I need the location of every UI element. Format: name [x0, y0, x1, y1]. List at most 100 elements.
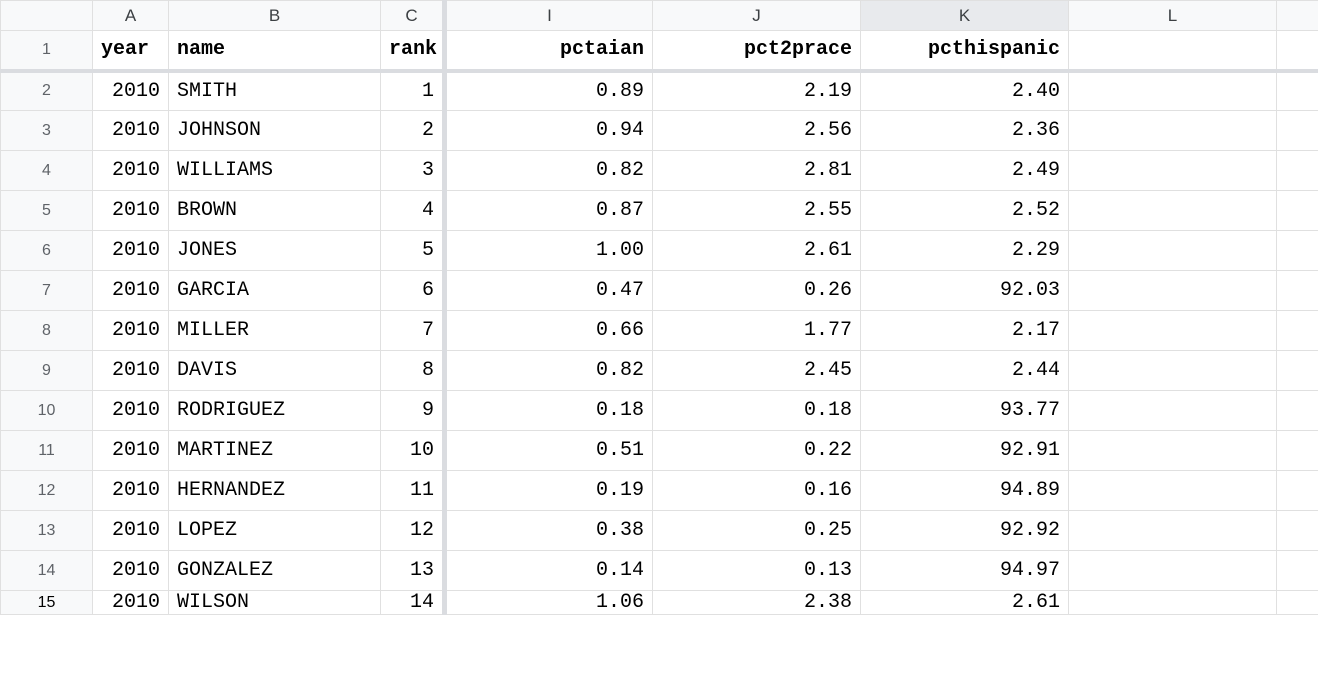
cell-rank[interactable]: 6 [381, 271, 445, 311]
cell-pcthispanic[interactable]: 2.40 [861, 71, 1069, 111]
cell-pctaian[interactable]: 1.00 [445, 231, 653, 271]
cell-pctaian[interactable]: 0.94 [445, 111, 653, 151]
cell-empty[interactable] [1277, 271, 1318, 311]
table-row[interactable]: 52010BROWN40.872.552.52 [1, 191, 1318, 231]
cell-pct2prace[interactable]: 2.61 [653, 231, 861, 271]
col-header-c[interactable]: C [381, 1, 445, 31]
cell-empty[interactable] [1277, 431, 1318, 471]
col-header-l[interactable]: L [1069, 1, 1277, 31]
cell-pcthispanic[interactable]: 93.77 [861, 391, 1069, 431]
cell-year-header[interactable]: year [93, 31, 169, 71]
table-row[interactable]: 22010SMITH10.892.192.40 [1, 71, 1318, 111]
cell-rank[interactable]: 1 [381, 71, 445, 111]
cell-empty[interactable] [1069, 311, 1277, 351]
select-all-corner[interactable] [1, 1, 93, 31]
cell-name[interactable]: HERNANDEZ [169, 471, 381, 511]
table-row[interactable]: 122010HERNANDEZ110.190.1694.89 [1, 471, 1318, 511]
cell-empty[interactable] [1069, 271, 1277, 311]
cell-year[interactable]: 2010 [93, 111, 169, 151]
table-row[interactable]: 152010WILSON141.062.382.61 [1, 591, 1318, 615]
table-row[interactable]: 82010MILLER70.661.772.17 [1, 311, 1318, 351]
table-row[interactable]: 112010MARTINEZ100.510.2292.91 [1, 431, 1318, 471]
cell-pct2prace[interactable]: 0.13 [653, 551, 861, 591]
row-header[interactable]: 10 [1, 391, 93, 431]
cell-year[interactable]: 2010 [93, 231, 169, 271]
row-header[interactable]: 15 [1, 591, 93, 615]
col-header-k[interactable]: K [861, 1, 1069, 31]
cell-rank[interactable]: 10 [381, 431, 445, 471]
cell-year[interactable]: 2010 [93, 351, 169, 391]
cell-pct2prace[interactable]: 2.45 [653, 351, 861, 391]
cell-pcthispanic[interactable]: 94.97 [861, 551, 1069, 591]
frozen-header-row[interactable]: 1 year name rank pctaian pct2prace pcthi… [1, 31, 1318, 71]
cell-pct2prace[interactable]: 2.19 [653, 71, 861, 111]
cell-name-header[interactable]: name [169, 31, 381, 71]
row-header[interactable]: 9 [1, 351, 93, 391]
cell-pcthispanic-header[interactable]: pcthispanic [861, 31, 1069, 71]
cell-pctaian[interactable]: 0.82 [445, 151, 653, 191]
cell-name[interactable]: DAVIS [169, 351, 381, 391]
cell-rank[interactable]: 2 [381, 111, 445, 151]
col-header-i[interactable]: I [445, 1, 653, 31]
table-row[interactable]: 102010RODRIGUEZ90.180.1893.77 [1, 391, 1318, 431]
cell-empty[interactable] [1069, 471, 1277, 511]
row-header[interactable]: 5 [1, 191, 93, 231]
cell-pct2prace[interactable]: 2.55 [653, 191, 861, 231]
table-row[interactable]: 72010GARCIA60.470.2692.03 [1, 271, 1318, 311]
cell-empty[interactable] [1277, 151, 1318, 191]
row-header[interactable]: 13 [1, 511, 93, 551]
column-header-row[interactable]: A B C I J K L [1, 1, 1318, 31]
cell-pct2prace[interactable]: 2.81 [653, 151, 861, 191]
cell-empty[interactable] [1069, 111, 1277, 151]
table-row[interactable]: 132010LOPEZ120.380.2592.92 [1, 511, 1318, 551]
cell-pcthispanic[interactable]: 92.03 [861, 271, 1069, 311]
cell-empty[interactable] [1277, 71, 1318, 111]
table-row[interactable]: 42010WILLIAMS30.822.812.49 [1, 151, 1318, 191]
cell-pct2prace[interactable]: 2.38 [653, 591, 861, 615]
cell-pcthispanic[interactable]: 2.52 [861, 191, 1069, 231]
row-header[interactable]: 1 [1, 31, 93, 71]
cell-pctaian[interactable]: 0.89 [445, 71, 653, 111]
cell-pctaian[interactable]: 0.87 [445, 191, 653, 231]
cell-empty[interactable] [1277, 191, 1318, 231]
cell-pct2prace[interactable]: 0.18 [653, 391, 861, 431]
cell-empty[interactable] [1069, 191, 1277, 231]
cell-pct2prace[interactable]: 0.16 [653, 471, 861, 511]
cell-empty[interactable] [1069, 231, 1277, 271]
row-header[interactable]: 14 [1, 551, 93, 591]
cell-rank-header[interactable]: rank [381, 31, 445, 71]
row-header[interactable]: 7 [1, 271, 93, 311]
cell-name[interactable]: JONES [169, 231, 381, 271]
cell-rank[interactable]: 9 [381, 391, 445, 431]
cell-pcthispanic[interactable]: 2.49 [861, 151, 1069, 191]
cell-empty[interactable] [1277, 231, 1318, 271]
cell-pcthispanic[interactable]: 92.92 [861, 511, 1069, 551]
cell-year[interactable]: 2010 [93, 151, 169, 191]
table-row[interactable]: 32010JOHNSON20.942.562.36 [1, 111, 1318, 151]
cell-empty[interactable] [1277, 391, 1318, 431]
cell-year[interactable]: 2010 [93, 591, 169, 615]
cell-pct2prace[interactable]: 2.56 [653, 111, 861, 151]
cell-pctaian[interactable]: 1.06 [445, 591, 653, 615]
cell-empty[interactable] [1069, 71, 1277, 111]
cell-pctaian[interactable]: 0.18 [445, 391, 653, 431]
cell-pctaian[interactable]: 0.14 [445, 551, 653, 591]
cell-year[interactable]: 2010 [93, 511, 169, 551]
cell-year[interactable]: 2010 [93, 471, 169, 511]
cell-rank[interactable]: 14 [381, 591, 445, 615]
cell-empty[interactable] [1069, 551, 1277, 591]
col-header-j[interactable]: J [653, 1, 861, 31]
cell-year[interactable]: 2010 [93, 551, 169, 591]
cell-empty[interactable] [1069, 591, 1277, 615]
cell-name[interactable]: GONZALEZ [169, 551, 381, 591]
cell-year[interactable]: 2010 [93, 311, 169, 351]
cell-pctaian-header[interactable]: pctaian [445, 31, 653, 71]
row-header[interactable]: 3 [1, 111, 93, 151]
cell-year[interactable]: 2010 [93, 391, 169, 431]
cell-empty[interactable] [1069, 431, 1277, 471]
row-header[interactable]: 11 [1, 431, 93, 471]
cell-pcthispanic[interactable]: 2.17 [861, 311, 1069, 351]
cell-name[interactable]: SMITH [169, 71, 381, 111]
row-header[interactable]: 8 [1, 311, 93, 351]
cell-empty[interactable] [1069, 31, 1277, 71]
